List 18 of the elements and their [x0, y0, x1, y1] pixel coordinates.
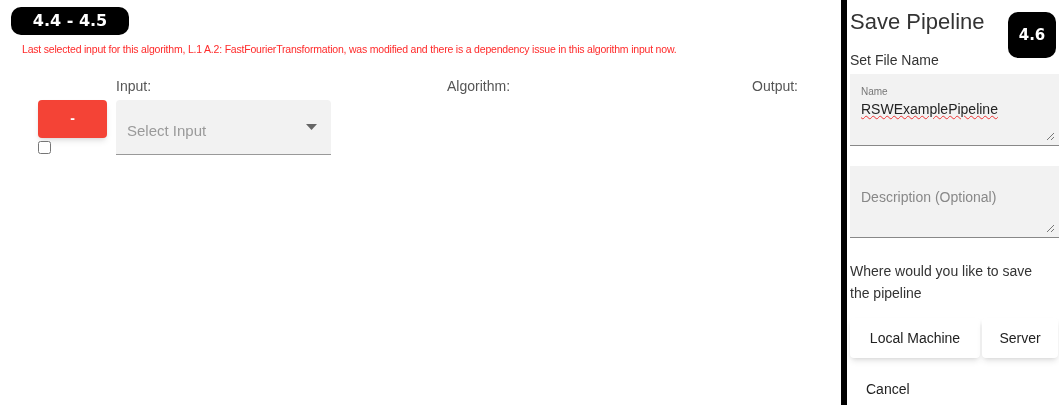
annotation-badge: 4.6: [1008, 12, 1056, 58]
column-label: Output:: [752, 76, 798, 96]
save-location-button[interactable]: Server: [982, 318, 1058, 358]
row-checkbox[interactable]: [38, 140, 51, 154]
remove-button[interactable]: -: [38, 99, 107, 138]
save-location-button[interactable]: Local Machine: [850, 318, 980, 358]
name-field[interactable]: Name RSWExamplePipeline: [850, 74, 1059, 146]
save-location-prompt: Where would you like to save the pipeline: [850, 262, 1034, 303]
resize-handle-icon: [1046, 224, 1055, 233]
column-label: Input:: [116, 76, 152, 96]
dropdown-caret-icon: [306, 123, 317, 130]
panel-title: Save Pipeline: [850, 8, 985, 36]
error-message: Last selected input for this algorithm, L.1 A.2: FastFourierTransformation, was modified and there is a dependency issue in this algorithm input now.: [22, 42, 678, 57]
section-label: Set File Name: [850, 51, 940, 70]
annotation-badge: 4.4 - 4.5: [11, 7, 129, 35]
column-label: Algorithm:: [447, 76, 511, 96]
resize-handle-icon: [1046, 132, 1055, 141]
cancel-button[interactable]: Cancel: [856, 374, 920, 404]
